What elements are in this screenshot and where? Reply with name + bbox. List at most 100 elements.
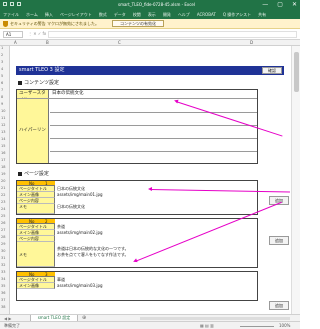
enable-content-button[interactable]: コンテンツの有効化 — [112, 20, 164, 27]
row-header[interactable]: 10 — [1, 109, 5, 113]
row-header[interactable]: 30 — [1, 249, 5, 253]
row-header[interactable]: 26 — [1, 221, 5, 225]
scrollbar-thumb[interactable] — [294, 52, 299, 92]
undo-icon[interactable] — [10, 2, 14, 6]
row-header[interactable]: 32 — [1, 263, 5, 267]
maximize-button[interactable]: ▢ — [277, 1, 283, 8]
zoom-slider[interactable] — [240, 326, 274, 327]
ribbon-tabs: ファイル ホーム 挿入 ページレイアウト 数式 データ 校閲 表示 開発 ヘルプ ACROBAT Q … — [0, 10, 300, 19]
ribbon-tab[interactable]: Q 操作アシスト — [223, 10, 251, 19]
row-header[interactable]: 20 — [1, 179, 5, 183]
main-image-value[interactable]: assets/img/main02.jpg — [57, 230, 103, 235]
page-title-value[interactable]: 日本の伝統文化 — [57, 186, 85, 191]
memo-value[interactable]: 日本の伝統文化 — [57, 204, 85, 209]
ribbon-tab[interactable]: 開発 — [163, 10, 171, 19]
row-header[interactable]: 7 — [1, 88, 3, 92]
row-header[interactable]: 13 — [1, 130, 5, 134]
vertical-scrollbar[interactable] — [291, 46, 300, 314]
page-title-value[interactable]: 華道 — [57, 277, 65, 282]
ribbon: ファイル ホーム 挿入 ページレイアウト 数式 データ 校閲 表示 開発 ヘルプ ACROBAT Q … — [0, 10, 300, 19]
square-bullet-icon — [18, 80, 22, 85]
formula-icons[interactable]: ⋮ ✕ ✓ fx — [28, 31, 46, 36]
main-image-value[interactable]: assets/img/main01.jpg — [57, 192, 103, 197]
ribbon-tab[interactable]: ヘルプ — [178, 10, 190, 19]
row-header[interactable]: 28 — [1, 235, 5, 239]
row-header[interactable]: 6 — [1, 81, 3, 85]
row-header[interactable]: 11 — [1, 116, 5, 120]
row-header[interactable]: 17 — [1, 158, 5, 162]
ribbon-tab[interactable]: データ — [114, 10, 126, 19]
row-header[interactable]: 33 — [1, 270, 5, 274]
row-header[interactable]: 31 — [1, 256, 5, 260]
ribbon-tab[interactable]: ファイル — [3, 10, 19, 19]
row-header[interactable]: 8 — [1, 95, 3, 99]
site-title-label: ユーザースタイル — [17, 90, 49, 103]
main-image-value[interactable]: assets/img/main03.jpg — [57, 283, 103, 288]
row-header[interactable]: 18 — [1, 165, 5, 169]
hyperlink-label: ハイパーリンク — [17, 99, 49, 197]
name-box[interactable]: A1 — [3, 31, 23, 38]
row-header[interactable]: 34 — [1, 277, 5, 281]
memo-value-line-1[interactable]: 茶道は日本の伝統的な文化の一つです。 — [57, 246, 129, 251]
close-button[interactable]: ✕ — [292, 1, 297, 8]
ribbon-tab[interactable]: 共有 — [258, 10, 266, 19]
horizontal-scrollbar[interactable] — [140, 317, 290, 320]
row-header[interactable]: 21 — [1, 186, 5, 190]
add-page-button[interactable]: 追加 — [269, 236, 289, 245]
ribbon-tab[interactable]: 校閲 — [133, 10, 141, 19]
row-header[interactable]: 22 — [1, 193, 5, 197]
main-image-label: メイン画像 — [17, 283, 55, 289]
row-header[interactable]: 37 — [1, 298, 5, 302]
confirm-button[interactable]: 確認 — [262, 67, 282, 74]
quick-access-toolbar[interactable] — [3, 2, 21, 6]
row-divider — [50, 138, 257, 139]
redo-icon[interactable] — [17, 2, 21, 6]
row-header[interactable]: 5 — [1, 74, 3, 78]
row-header[interactable]: 9 — [1, 102, 3, 106]
contents-table: ユーザースタイル 日本の伝統文化 ハイパーリンク — [16, 89, 258, 197]
ribbon-tab[interactable]: 表示 — [148, 10, 156, 19]
row-header[interactable]: 23 — [1, 200, 5, 204]
memo-label: メモ — [17, 242, 55, 267]
memo-value-line-2[interactable]: お茶を点てて客人をもてなす作法です。 — [57, 252, 128, 257]
save-icon[interactable] — [3, 2, 7, 6]
row-header[interactable]: 15 — [1, 144, 5, 148]
row-header[interactable]: 4 — [1, 67, 3, 71]
add-page-button[interactable]: 追加 — [269, 301, 289, 310]
row-header[interactable]: 16 — [1, 151, 5, 155]
row-header[interactable]: 25 — [1, 214, 5, 218]
ribbon-tab[interactable]: 数式 — [99, 10, 107, 19]
row-header[interactable]: 12 — [1, 123, 5, 127]
site-title-value[interactable]: 日本の伝統文化 — [52, 90, 84, 97]
page-heading: ページ設定 — [18, 170, 49, 177]
row-header[interactable]: 36 — [1, 291, 5, 295]
row-header[interactable]: 19 — [1, 172, 5, 176]
row-divider — [50, 112, 257, 113]
row-header[interactable]: 29 — [1, 242, 5, 246]
row-header[interactable]: 3 — [1, 60, 3, 64]
worksheet[interactable]: smart TLEO 3 設定 確認 コンテンツ設定 ユーザースタイル 日本の伝… — [10, 46, 291, 314]
row-header[interactable]: 14 — [1, 137, 5, 141]
memo-label: メモ — [17, 204, 55, 214]
ribbon-tab[interactable]: 挿入 — [45, 10, 53, 19]
formula-input[interactable] — [48, 31, 297, 38]
ribbon-tab[interactable]: ページレイアウト — [60, 10, 92, 19]
ribbon-tab[interactable]: ホーム — [26, 10, 38, 19]
row-divider — [17, 98, 257, 99]
row-header[interactable]: 2 — [1, 53, 3, 57]
ribbon-tab[interactable]: ACROBAT — [197, 10, 216, 19]
page-title-value[interactable]: 茶道 — [57, 224, 65, 229]
sheet-title-banner: smart TLEO 3 設定 確認 — [16, 66, 284, 75]
row-header[interactable]: 24 — [1, 207, 5, 211]
minimize-button[interactable]: — — [262, 1, 268, 8]
zoom-level[interactable]: 100% — [279, 323, 290, 328]
square-bullet-icon — [18, 171, 22, 176]
formula-bar: A1 ⋮ ✕ ✓ fx — [0, 29, 300, 40]
row-header[interactable]: 35 — [1, 284, 5, 288]
sheet-title: smart TLEO 3 設定 — [19, 67, 65, 73]
title-bar: smart_TLEO_fide-0728-45.xlsm - Excel — ▢… — [0, 0, 300, 10]
row-header[interactable]: 38 — [1, 305, 5, 309]
view-mode-icons[interactable]: ▦ ▤ ▥ — [200, 323, 214, 328]
row-header[interactable]: 1 — [1, 46, 3, 50]
row-header[interactable]: 27 — [1, 228, 5, 232]
